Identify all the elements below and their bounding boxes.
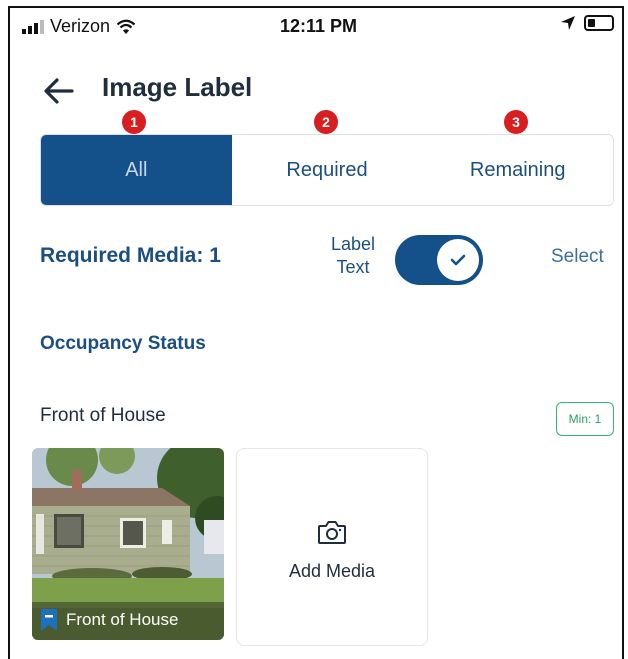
- select-button[interactable]: Select: [551, 246, 604, 268]
- bookmark-icon: [41, 609, 57, 631]
- media-thumbnail[interactable]: Front of House: [32, 448, 224, 640]
- required-media-count: Required Media: 1: [40, 244, 221, 267]
- add-media-label: Add Media: [288, 561, 376, 581]
- media-caption: Front of House: [66, 610, 179, 629]
- status-bar: Verizon 12:11 PM: [10, 8, 622, 44]
- checkmark-icon: [450, 254, 466, 266]
- status-right: [560, 15, 614, 31]
- filter-tabs: All Required Remaining: [40, 134, 614, 206]
- phone-screen: Verizon 12:11 PM Image Label 1 2 3 All R…: [8, 6, 624, 659]
- tab-remaining[interactable]: Remaining: [422, 135, 613, 205]
- badge-2: 2: [314, 110, 338, 134]
- tab-all[interactable]: All: [41, 135, 232, 205]
- back-arrow-icon[interactable]: [42, 76, 76, 106]
- page-title: Image Label: [102, 72, 253, 102]
- label-text-toggle[interactable]: [395, 235, 483, 285]
- signal-icon: [22, 19, 44, 34]
- occupancy-status-link[interactable]: Occupancy Status: [40, 333, 206, 355]
- badge-1: 1: [122, 110, 146, 134]
- status-left: Verizon: [22, 16, 136, 37]
- tab-required[interactable]: Required: [231, 135, 423, 205]
- badge-3: 3: [504, 110, 528, 134]
- min-badge: Min: 1: [556, 402, 614, 436]
- camera-icon: [318, 521, 346, 544]
- label-text-caption: Label Text: [322, 233, 384, 279]
- location-arrow-icon: [561, 16, 575, 30]
- toggle-knob: [437, 239, 479, 281]
- label-text-line2: Text: [336, 257, 370, 277]
- label-text-line1: Label: [330, 234, 376, 254]
- group-title: Front of House: [40, 405, 166, 426]
- battery-icon: [584, 15, 614, 31]
- wifi-icon: [116, 19, 136, 34]
- add-media-button[interactable]: Add Media: [236, 448, 428, 646]
- status-time: 12:11 PM: [280, 16, 358, 36]
- carrier-name: Verizon: [50, 16, 111, 36]
